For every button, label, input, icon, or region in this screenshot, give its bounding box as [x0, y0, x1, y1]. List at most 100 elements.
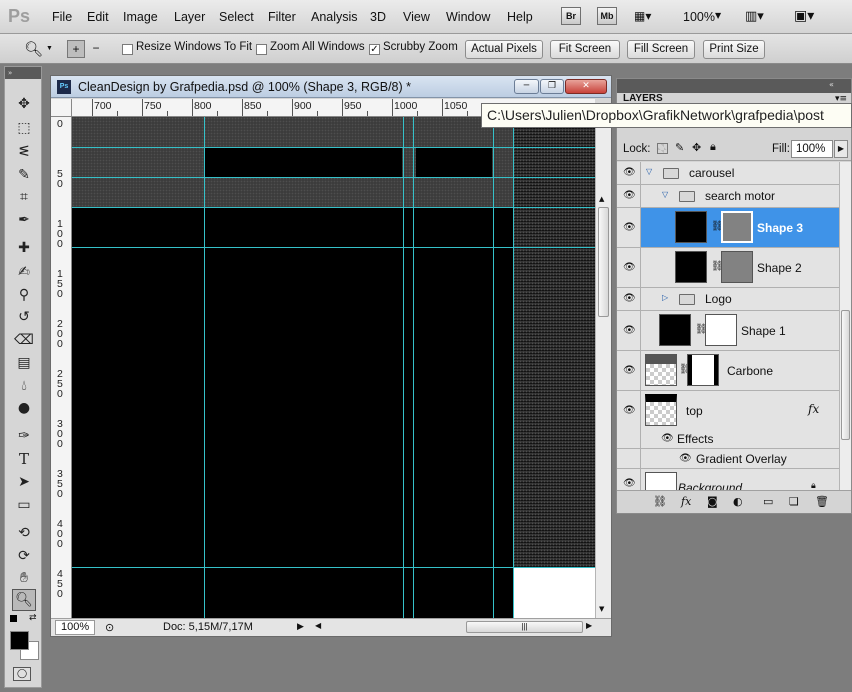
fill-slider-arrow-icon[interactable]: ▶ [834, 140, 848, 158]
guide-horizontal[interactable] [72, 177, 595, 178]
eraser-tool-icon[interactable]: ⌫ [12, 329, 36, 351]
layers-scroll-thumb[interactable] [841, 310, 850, 440]
effect-visibility-eye-icon[interactable]: 👁︎ [679, 454, 693, 464]
quick-mask-icon[interactable]: ◯ [13, 667, 31, 681]
zoom-dropdown-chevron-icon[interactable]: ▼ [715, 11, 721, 31]
vector-mask-thumbnail[interactable] [705, 314, 737, 346]
menu-analysis[interactable]: Analysis [311, 10, 358, 24]
default-colors-icon[interactable] [10, 615, 17, 622]
scroll-right-icon[interactable]: ▶ [586, 621, 592, 630]
type-tool-icon[interactable]: T [12, 448, 36, 470]
visibility-eye-icon[interactable]: 👁︎ [623, 223, 637, 233]
blur-tool-icon[interactable]: 💧︎ [12, 375, 36, 397]
guide-horizontal[interactable] [72, 247, 595, 248]
zoom-all-windows-checkbox[interactable] [256, 44, 267, 55]
layer-row-carbone[interactable]: 👁︎ ⛓ Carbone [617, 351, 839, 391]
layer-row-shape-2[interactable]: 👁︎ ⛓ Shape 2 [617, 248, 839, 288]
foreground-color-swatch[interactable] [10, 631, 29, 650]
document-title-bar[interactable]: Ps CleanDesign by Grafpedia.psd @ 100% (… [51, 76, 611, 98]
preset-chevron-icon[interactable]: ▼ [46, 45, 53, 52]
panel-collapse-icon[interactable]: « [829, 80, 834, 89]
3d-orbit-tool-icon[interactable]: ⟳ [12, 545, 36, 567]
actual-pixels-button[interactable]: Actual Pixels [465, 40, 543, 59]
layers-scrollbar[interactable] [839, 162, 851, 490]
fill-screen-button[interactable]: Fill Screen [627, 40, 695, 59]
dodge-tool-icon[interactable]: ● [12, 397, 36, 419]
guide-horizontal[interactable] [72, 567, 595, 568]
add-layer-style-icon[interactable]: fx [681, 495, 691, 508]
layer-row-carousel[interactable]: 👁︎ ▽ carousel [617, 162, 839, 185]
effects-row[interactable]: 👁︎ Effects [617, 430, 839, 449]
restore-icon[interactable]: ❐ [540, 79, 564, 94]
menu-layer[interactable]: Layer [174, 10, 205, 24]
adjustment-layer-icon[interactable]: ◐ [733, 495, 743, 508]
visibility-eye-icon[interactable]: 👁︎ [623, 168, 637, 178]
new-layer-icon[interactable]: ❏ [789, 495, 799, 508]
menu-3d[interactable]: 3D [370, 10, 386, 24]
arrange-documents-icon[interactable]: ▥▾ [745, 9, 775, 29]
visibility-eye-icon[interactable]: 👁︎ [623, 191, 637, 201]
move-tool-icon[interactable]: ✥ [12, 93, 36, 115]
zoom-tool-preset-icon[interactable]: 🔍︎ [24, 40, 43, 58]
menu-select[interactable]: Select [219, 10, 254, 24]
layer-row-top[interactable]: 👁︎ top fx [617, 391, 839, 430]
menu-help[interactable]: Help [507, 10, 533, 24]
close-icon[interactable]: ✕ [565, 79, 607, 94]
vertical-scroll-thumb[interactable] [598, 207, 609, 317]
mini-bridge-button[interactable]: Mb [597, 7, 617, 25]
layer-mask-thumbnail[interactable] [687, 354, 719, 386]
guide-vertical[interactable] [513, 117, 514, 618]
minimize-icon[interactable]: ─ [514, 79, 539, 94]
layer-row-background[interactable]: 👁︎ Background 🔒︎ [617, 469, 839, 490]
menu-view[interactable]: View [403, 10, 430, 24]
link-layers-icon[interactable]: ⛓ [653, 495, 667, 508]
layer-row-search-motor[interactable]: 👁︎ ▽ search motor [617, 185, 839, 208]
zoom-out-icon[interactable]: − [87, 40, 105, 58]
guide-vertical[interactable] [204, 117, 205, 618]
ruler-origin[interactable] [51, 99, 72, 117]
vector-mask-thumbnail[interactable] [721, 251, 753, 283]
status-zoom-field[interactable]: 100% [55, 620, 95, 635]
quick-selection-tool-icon[interactable]: ✎ [12, 164, 36, 186]
guide-vertical[interactable] [413, 117, 414, 618]
shape-tool-icon[interactable]: ▭ [12, 494, 36, 516]
layer-row-logo[interactable]: 👁︎ ▷ Logo [617, 288, 839, 311]
screen-mode-icon[interactable]: ▣▾ [794, 8, 828, 28]
3d-rotate-tool-icon[interactable]: ⟲ [12, 522, 36, 544]
scroll-down-icon[interactable]: ▼ [599, 605, 604, 613]
ruler-left[interactable]: 0 5 0 1 0 0 1 5 0 2 0 0 2 5 0 3 0 0 3 5 … [51, 117, 72, 618]
layer-row-shape-1[interactable]: 👁︎ ⛓ Shape 1 [617, 311, 839, 351]
scroll-left-icon[interactable]: ◀ [315, 621, 321, 630]
visibility-eye-icon[interactable]: 👁︎ [623, 263, 637, 273]
lasso-tool-icon[interactable]: ᓬ [12, 141, 36, 163]
brush-tool-icon[interactable]: ✍ [12, 261, 36, 283]
resize-windows-checkbox[interactable] [122, 44, 133, 55]
guide-vertical[interactable] [493, 117, 494, 618]
zoom-tool-icon[interactable]: 🔍︎ [12, 589, 36, 611]
lock-transparent-icon[interactable] [657, 143, 668, 154]
view-extras-icon[interactable]: ▦▾ [634, 9, 664, 29]
layer-row-shape-3[interactable]: 👁︎ ⛓ Shape 3 [617, 208, 839, 248]
gradient-tool-icon[interactable]: ▤ [12, 352, 36, 374]
path-selection-tool-icon[interactable]: ➤ [12, 471, 36, 493]
group-expand-chevron-icon[interactable]: ▽ [646, 167, 652, 176]
lock-image-icon[interactable]: ✎ [675, 141, 684, 154]
visibility-eye-icon[interactable]: 👁︎ [623, 366, 637, 376]
menu-edit[interactable]: Edit [87, 10, 109, 24]
guide-horizontal[interactable] [72, 147, 595, 148]
zoom-level-select[interactable]: 100% [683, 10, 715, 24]
vector-mask-thumbnail[interactable] [721, 211, 753, 243]
print-size-button[interactable]: Print Size [703, 40, 765, 59]
status-info-icon[interactable]: ⊙ [105, 621, 114, 634]
menu-filter[interactable]: Filter [268, 10, 296, 24]
marquee-tool-icon[interactable]: ⬚ [12, 117, 36, 139]
visibility-eye-icon[interactable]: 👁︎ [623, 294, 637, 304]
scrubby-zoom-checkbox[interactable]: ✓ [369, 44, 380, 55]
delete-layer-icon[interactable]: 🗑︎ [815, 495, 829, 508]
effects-visibility-eye-icon[interactable]: 👁︎ [661, 434, 675, 444]
visibility-eye-icon[interactable]: 👁︎ [623, 406, 637, 416]
clone-stamp-tool-icon[interactable]: ⚲ [12, 284, 36, 306]
vertical-scrollbar[interactable]: ▲ ▼ [595, 117, 611, 618]
visibility-eye-icon[interactable]: 👁︎ [623, 326, 637, 336]
history-brush-tool-icon[interactable]: ↺ [12, 306, 36, 328]
